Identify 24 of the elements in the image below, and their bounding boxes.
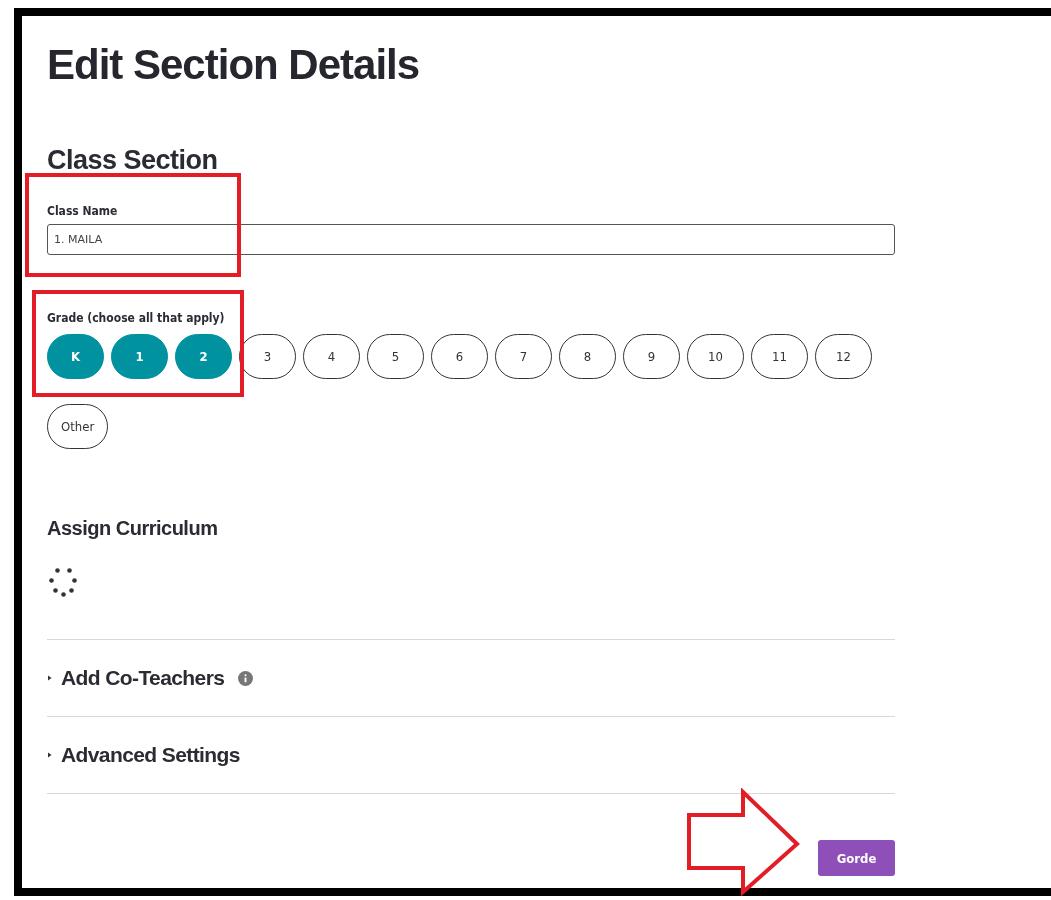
save-button[interactable]: Gorde	[818, 840, 895, 876]
grade-option[interactable]: K	[47, 334, 104, 379]
grade-option[interactable]: 2	[175, 334, 232, 379]
section-heading: Assign Curriculum	[47, 516, 218, 541]
grade-option[interactable]: 7	[495, 334, 552, 379]
grade-option[interactable]: 10	[687, 334, 744, 379]
collapsible-header[interactable]: Add Co-Teachers	[61, 666, 225, 690]
collapsible-header[interactable]: Advanced Settings	[61, 743, 240, 767]
grade-option[interactable]: 9	[623, 334, 680, 379]
grade-option[interactable]: 8	[559, 334, 616, 379]
grade-option[interactable]: 1	[111, 334, 168, 379]
grade-option[interactable]: 5	[367, 334, 424, 379]
field-label: Class Name	[47, 204, 118, 218]
grade-option[interactable]: Other	[47, 404, 109, 449]
info-icon[interactable]	[238, 670, 254, 686]
class-name-field[interactable]: 1. MAILA	[47, 224, 895, 255]
field-label: Grade (choose all that apply)	[47, 311, 225, 325]
arrow-icon	[686, 788, 802, 896]
grade-option[interactable]: 4	[303, 334, 360, 379]
section-heading: Class Section	[47, 144, 219, 177]
page-title: Edit Section Details	[47, 40, 421, 90]
grade-option[interactable]: 6	[431, 334, 488, 379]
grade-option[interactable]: 11	[751, 334, 808, 379]
grade-option[interactable]: 12	[815, 334, 872, 379]
